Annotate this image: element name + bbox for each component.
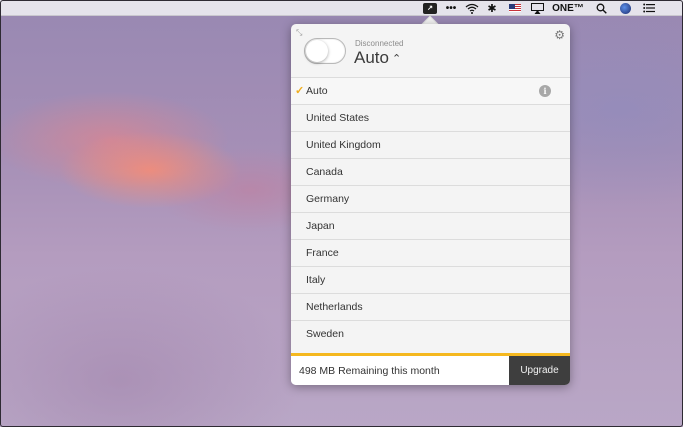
location-item-sweden[interactable]: Sweden (291, 320, 570, 347)
location-label: Netherlands (306, 301, 363, 313)
location-label: United Kingdom (306, 139, 381, 151)
vpn-popover: ⤡ ⚙ Disconnected Auto ⌃ ✓ Auto i United … (291, 24, 570, 385)
location-list: ✓ Auto i United States United Kingdom Ca… (291, 77, 570, 347)
collapse-icon[interactable]: ⤡ (296, 28, 302, 38)
input-source-flag-icon[interactable] (508, 0, 522, 16)
location-item-france[interactable]: France (291, 239, 570, 266)
location-item-auto[interactable]: ✓ Auto i (291, 77, 570, 104)
location-item-netherlands[interactable]: Netherlands (291, 293, 570, 320)
vpn-menubar-icon[interactable]: ↗ (422, 0, 438, 16)
selected-location-label: Auto (354, 48, 389, 67)
wifi-glyph (465, 3, 479, 14)
data-usage-footer: 498 MB Remaining this month Upgrade (291, 353, 570, 385)
location-item-united-states[interactable]: United States (291, 104, 570, 131)
location-item-japan[interactable]: Japan (291, 212, 570, 239)
wifi-icon[interactable] (464, 0, 480, 16)
search-glyph (596, 3, 607, 14)
location-selector[interactable]: Auto ⌃ (354, 48, 401, 68)
location-label: Canada (306, 166, 343, 178)
airplay-icon[interactable] (530, 0, 544, 16)
siri-icon[interactable] (618, 0, 632, 16)
connection-status: Disconnected (355, 39, 404, 48)
checkmark-icon: ✓ (295, 85, 305, 97)
location-item-canada[interactable]: Canada (291, 158, 570, 185)
list-glyph (643, 3, 655, 13)
upgrade-button[interactable]: Upgrade (509, 356, 570, 385)
chevron-up-icon: ⌃ (391, 52, 402, 65)
location-item-italy[interactable]: Italy (291, 266, 570, 293)
one-menu[interactable]: ONE™ (550, 0, 586, 16)
bluetooth-icon[interactable]: ✱ (486, 0, 498, 16)
location-label: Auto (306, 85, 328, 97)
more-icon[interactable]: ••• (444, 0, 458, 16)
location-label: Italy (306, 274, 326, 286)
toggle-knob (306, 40, 328, 62)
info-icon[interactable]: i (539, 85, 551, 97)
location-item-germany[interactable]: Germany (291, 185, 570, 212)
data-remaining-text: 498 MB Remaining this month (291, 356, 509, 385)
location-label: France (306, 247, 339, 259)
popover-header: ⤡ ⚙ Disconnected Auto ⌃ (291, 24, 570, 78)
siri-orb (619, 2, 631, 14)
airplay-glyph (530, 2, 544, 14)
location-label: Sweden (306, 328, 344, 340)
location-item-united-kingdom[interactable]: United Kingdom (291, 131, 570, 158)
notification-center-icon[interactable] (642, 0, 656, 16)
us-flag-icon (509, 4, 521, 12)
location-label: Germany (306, 193, 350, 205)
gear-icon[interactable]: ⚙ (554, 28, 565, 42)
menu-bar: ↗ ••• ✱ ONE™ (0, 0, 683, 16)
location-label: United States (306, 112, 370, 124)
spotlight-search-icon[interactable] (594, 0, 608, 16)
connection-toggle[interactable] (304, 38, 346, 64)
location-label: Japan (306, 220, 335, 232)
